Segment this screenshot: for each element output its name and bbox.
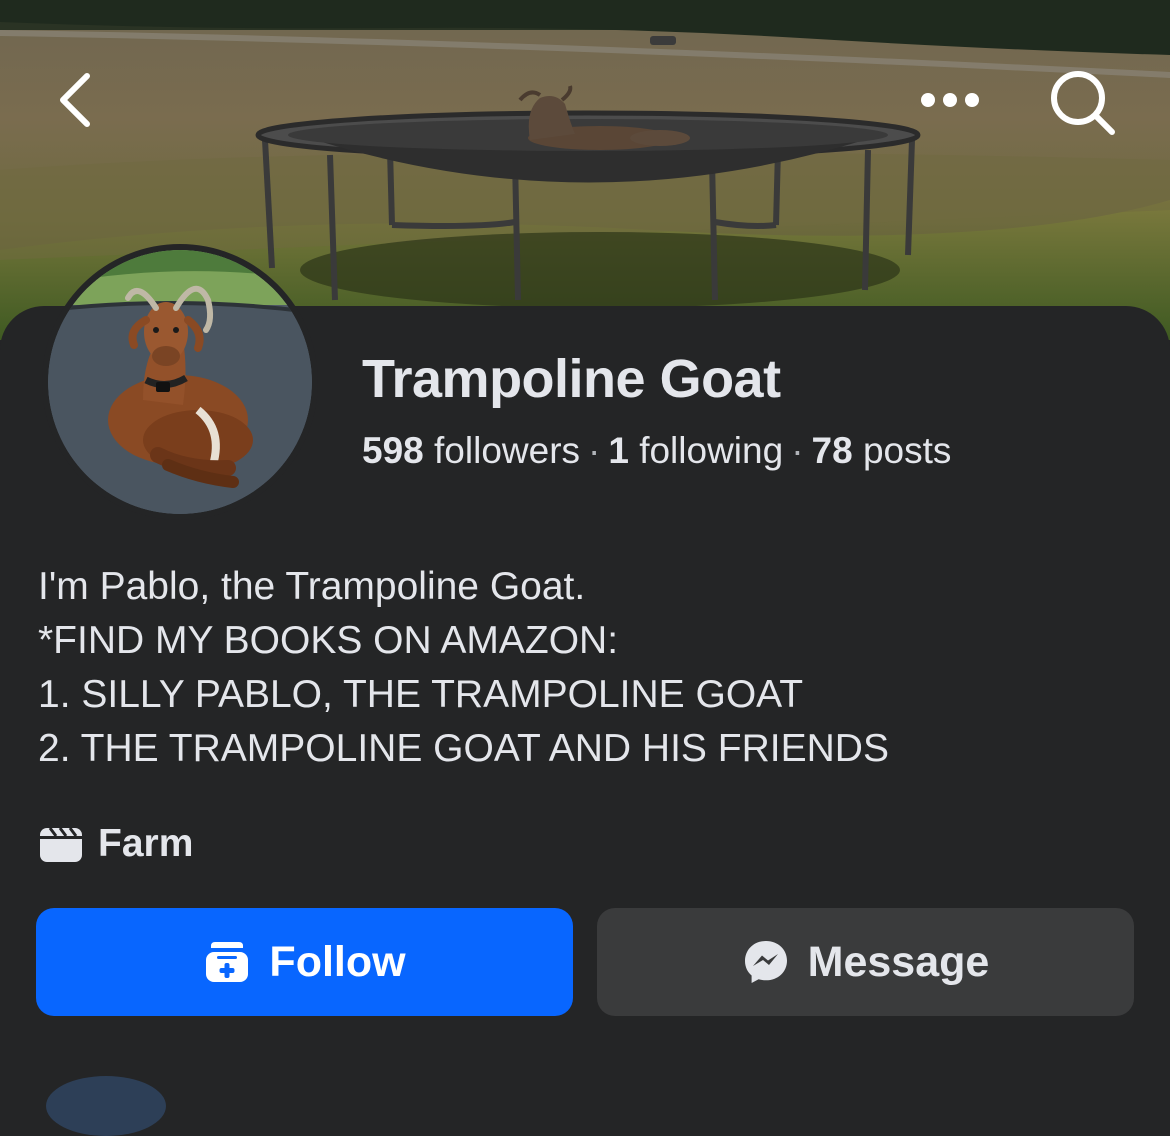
posts-stat: 78 posts (812, 430, 952, 471)
search-icon (1050, 71, 1115, 135)
back-button[interactable] (40, 60, 110, 140)
messenger-icon (742, 938, 790, 986)
following-stat[interactable]: 1 following (608, 430, 783, 471)
bio-line: *FIND MY BOOKS ON AMAZON: (38, 619, 619, 662)
follow-page-icon (203, 938, 251, 986)
profile-picture (48, 250, 312, 514)
followers-label: followers (434, 430, 581, 471)
follow-label: Follow (269, 937, 406, 986)
followers-count: 598 (362, 430, 424, 471)
profile-bio: I'm Pablo, the Trampoline Goat. *FIND MY… (38, 560, 889, 776)
search-button[interactable] (1035, 58, 1130, 148)
follow-button[interactable]: Follow (36, 908, 573, 1016)
posts-label: posts (862, 430, 952, 471)
stats-separator: · (588, 430, 601, 471)
category-label: Farm (98, 822, 194, 865)
profile-stats: 598 followers · 1 following · 78 posts (362, 430, 951, 472)
bio-line: I'm Pablo, the Trampoline Goat. (38, 565, 586, 608)
message-label: Message (807, 937, 990, 986)
posts-count: 78 (811, 430, 853, 471)
followers-stat[interactable]: 598 followers (362, 430, 580, 471)
next-section-avatar (46, 1076, 166, 1136)
bio-line: 2. THE TRAMPOLINE GOAT AND HIS FRIENDS (38, 727, 889, 770)
more-options-button[interactable] (905, 70, 995, 130)
avatar[interactable] (42, 244, 318, 520)
page-category: Farm (38, 818, 193, 870)
page-title: Trampoline Goat (362, 349, 781, 409)
stats-separator: · (791, 430, 804, 471)
ellipsis-icon (921, 93, 979, 107)
following-count: 1 (608, 430, 629, 471)
following-label: following (639, 430, 784, 471)
chevron-left-icon (60, 73, 90, 127)
message-button[interactable]: Message (597, 908, 1134, 1016)
bio-line: 1. SILLY PABLO, THE TRAMPOLINE GOAT (38, 673, 804, 716)
clapperboard-icon (38, 824, 84, 864)
